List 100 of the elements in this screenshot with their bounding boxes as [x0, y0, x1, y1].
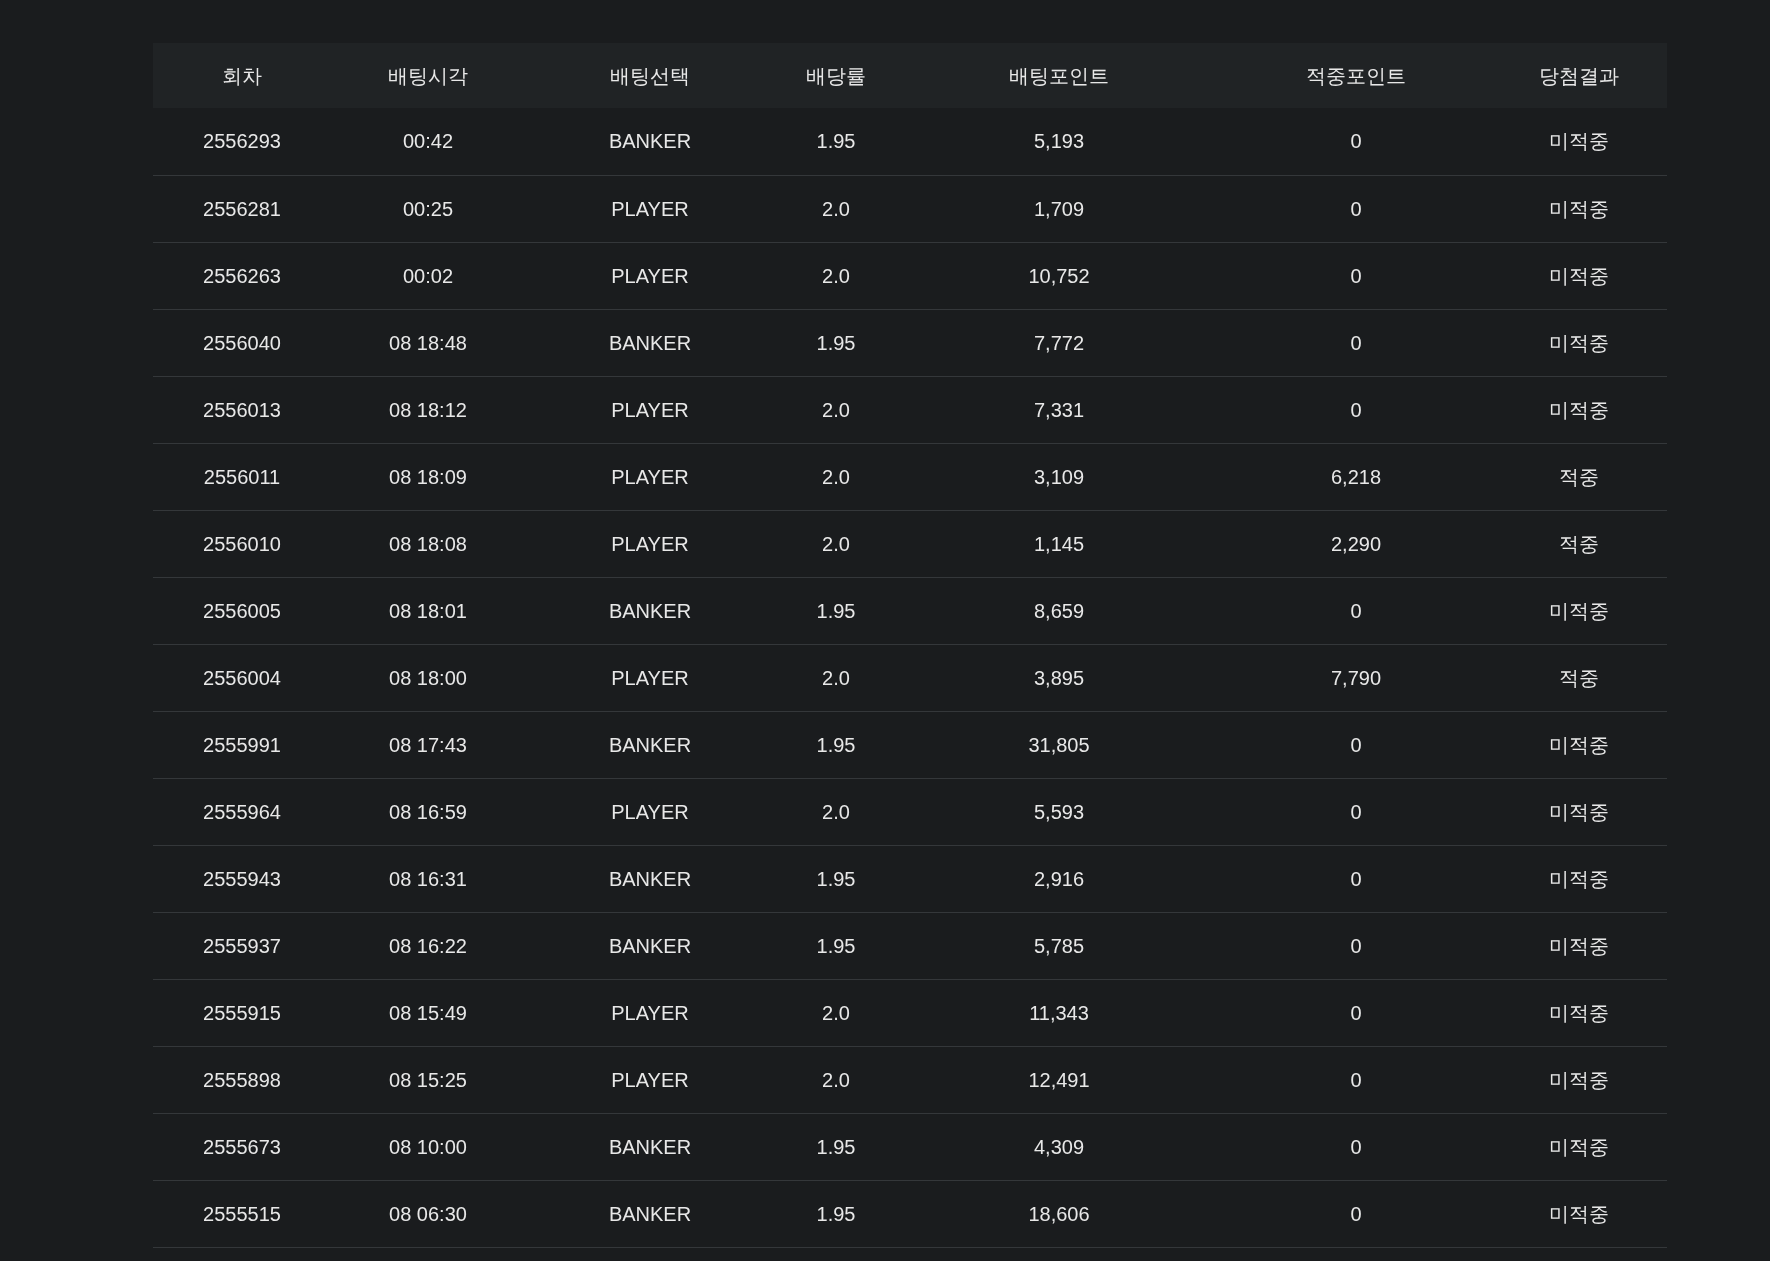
table-cell: 적중: [1491, 510, 1667, 577]
table-cell: PLAYER: [525, 979, 775, 1046]
table-cell: 2556293: [153, 108, 331, 175]
table-cell: 2555915: [153, 979, 331, 1046]
table-cell: 31,805: [897, 711, 1221, 778]
table-cell: 0: [1221, 979, 1491, 1046]
table-cell: BANKER: [525, 309, 775, 376]
table-cell: BANKER: [525, 577, 775, 644]
table-cell: 00:25: [331, 175, 525, 242]
column-header: 배팅선택: [525, 43, 775, 108]
table-cell: 0: [1221, 175, 1491, 242]
table-cell: 미적중: [1491, 1113, 1667, 1180]
table-cell: 8,659: [897, 577, 1221, 644]
table-cell: 2,916: [897, 845, 1221, 912]
table-cell: 1.95: [775, 577, 897, 644]
table-cell: 2555515: [153, 1180, 331, 1247]
table-cell: 2555937: [153, 912, 331, 979]
table-cell: 0: [1221, 845, 1491, 912]
table-cell: 08 16:59: [331, 778, 525, 845]
table-cell: 5,785: [897, 912, 1221, 979]
table-cell: 3,895: [897, 644, 1221, 711]
column-header: 배당률: [775, 43, 897, 108]
table-cell: 2556005: [153, 577, 331, 644]
table-cell: 08 18:08: [331, 510, 525, 577]
table-cell: 2.0: [775, 510, 897, 577]
table-cell: 0: [1221, 711, 1491, 778]
table-cell: PLAYER: [525, 644, 775, 711]
table-cell: 1.95: [775, 845, 897, 912]
table-cell: 08 10:00: [331, 1113, 525, 1180]
table-cell: 0: [1221, 242, 1491, 309]
table-cell: 1.95: [775, 108, 897, 175]
table-cell: 0: [1221, 376, 1491, 443]
table-cell: 7,772: [897, 309, 1221, 376]
table-cell: 적중: [1491, 644, 1667, 711]
table-cell: 2.0: [775, 979, 897, 1046]
table-cell: 08 16:31: [331, 845, 525, 912]
table-cell: 08 15:25: [331, 1046, 525, 1113]
table-cell: PLAYER: [525, 443, 775, 510]
table-cell: 2.0: [775, 376, 897, 443]
table-cell: 2.0: [775, 242, 897, 309]
table-cell: 2555991: [153, 711, 331, 778]
table-cell: 2555943: [153, 845, 331, 912]
table-cell: 7,331: [897, 376, 1221, 443]
table-cell: 08 18:00: [331, 644, 525, 711]
table-cell: 1.95: [775, 1180, 897, 1247]
table-cell: 2555964: [153, 778, 331, 845]
table-cell: 1.95: [775, 1113, 897, 1180]
table-cell: PLAYER: [525, 242, 775, 309]
table-cell: BANKER: [525, 845, 775, 912]
table-cell: 4,309: [897, 1113, 1221, 1180]
column-header: 적중포인트: [1221, 43, 1491, 108]
table-cell: 0: [1221, 108, 1491, 175]
table-cell: 6,218: [1221, 443, 1491, 510]
table-cell: BANKER: [525, 711, 775, 778]
table-cell: 08 17:43: [331, 711, 525, 778]
table-cell: 2555898: [153, 1046, 331, 1113]
table-cell: 08 16:22: [331, 912, 525, 979]
table-cell: 미적중: [1491, 175, 1667, 242]
table-cell: 5,193: [897, 108, 1221, 175]
column-header: 배팅시각: [331, 43, 525, 108]
table-cell: 2556004: [153, 644, 331, 711]
table-cell: 10,752: [897, 242, 1221, 309]
table-cell: 미적중: [1491, 242, 1667, 309]
table-cell: 00:42: [331, 108, 525, 175]
table-cell: BANKER: [525, 108, 775, 175]
table-cell: 08 18:12: [331, 376, 525, 443]
table-cell: 미적중: [1491, 778, 1667, 845]
table-cell: 2556010: [153, 510, 331, 577]
table-cell: 08 06:30: [331, 1180, 525, 1247]
table-cell: PLAYER: [525, 376, 775, 443]
table-cell: 3,109: [897, 443, 1221, 510]
table-cell: 미적중: [1491, 309, 1667, 376]
table-cell: 5,593: [897, 778, 1221, 845]
table-cell: PLAYER: [525, 510, 775, 577]
column-header: 당첨결과: [1491, 43, 1667, 108]
table-cell: 1.95: [775, 711, 897, 778]
table-cell: 1.95: [775, 309, 897, 376]
table-cell: 1,709: [897, 175, 1221, 242]
table-cell: 1,145: [897, 510, 1221, 577]
table-cell: 미적중: [1491, 108, 1667, 175]
table-cell: 미적중: [1491, 845, 1667, 912]
table-cell: 2.0: [775, 175, 897, 242]
table-cell: 0: [1221, 1180, 1491, 1247]
table-cell: 18,606: [897, 1180, 1221, 1247]
table-cell: 2,290: [1221, 510, 1491, 577]
table-cell: 00:02: [331, 242, 525, 309]
table-cell: 0: [1221, 577, 1491, 644]
table-cell: 0: [1221, 912, 1491, 979]
table-cell: 2.0: [775, 1046, 897, 1113]
table-cell: 2.0: [775, 644, 897, 711]
table-cell: 1.95: [775, 912, 897, 979]
table-cell: 08 18:09: [331, 443, 525, 510]
table-cell: BANKER: [525, 1180, 775, 1247]
column-header: 회차: [153, 43, 331, 108]
table-cell: 2556011: [153, 443, 331, 510]
table-cell: PLAYER: [525, 1046, 775, 1113]
table-cell: 2.0: [775, 778, 897, 845]
table-cell: 적중: [1491, 443, 1667, 510]
table-cell: 08 18:48: [331, 309, 525, 376]
table-cell: 0: [1221, 1046, 1491, 1113]
